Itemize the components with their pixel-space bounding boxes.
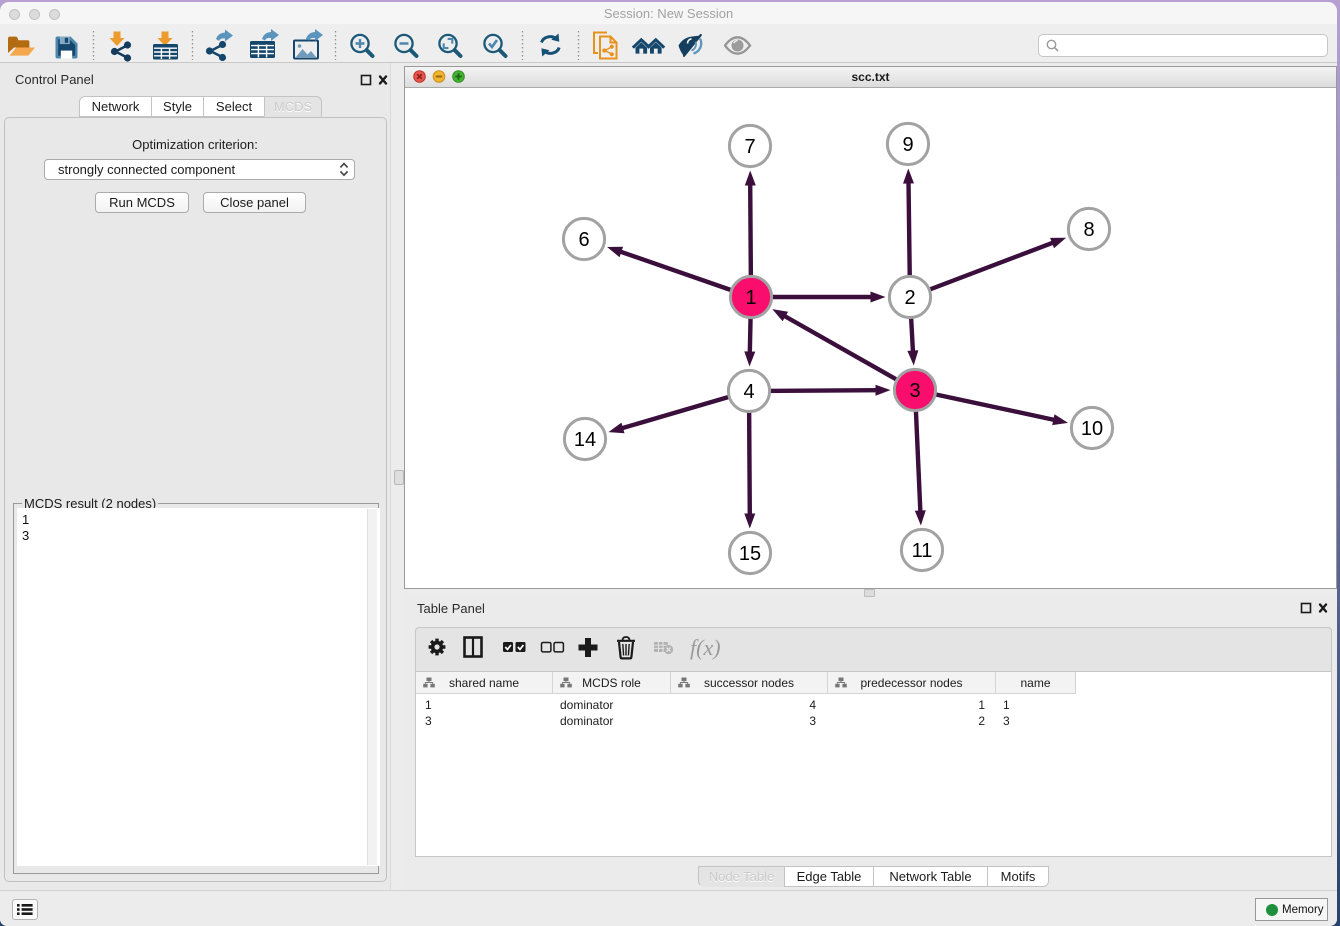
svg-text:11: 11 <box>912 540 933 562</box>
svg-text:14: 14 <box>574 429 596 451</box>
svg-text:9: 9 <box>902 134 913 156</box>
svg-text:15: 15 <box>739 543 761 565</box>
svg-text:7: 7 <box>744 136 755 158</box>
svg-text:3: 3 <box>909 380 920 402</box>
svg-text:f(x): f(x) <box>690 635 721 660</box>
svg-text:1: 1 <box>745 287 756 309</box>
svg-text:8: 8 <box>1083 219 1094 241</box>
svg-text:2: 2 <box>904 287 915 309</box>
svg-text:4: 4 <box>743 381 754 403</box>
svg-text:10: 10 <box>1081 418 1103 440</box>
svg-text:6: 6 <box>578 229 589 251</box>
